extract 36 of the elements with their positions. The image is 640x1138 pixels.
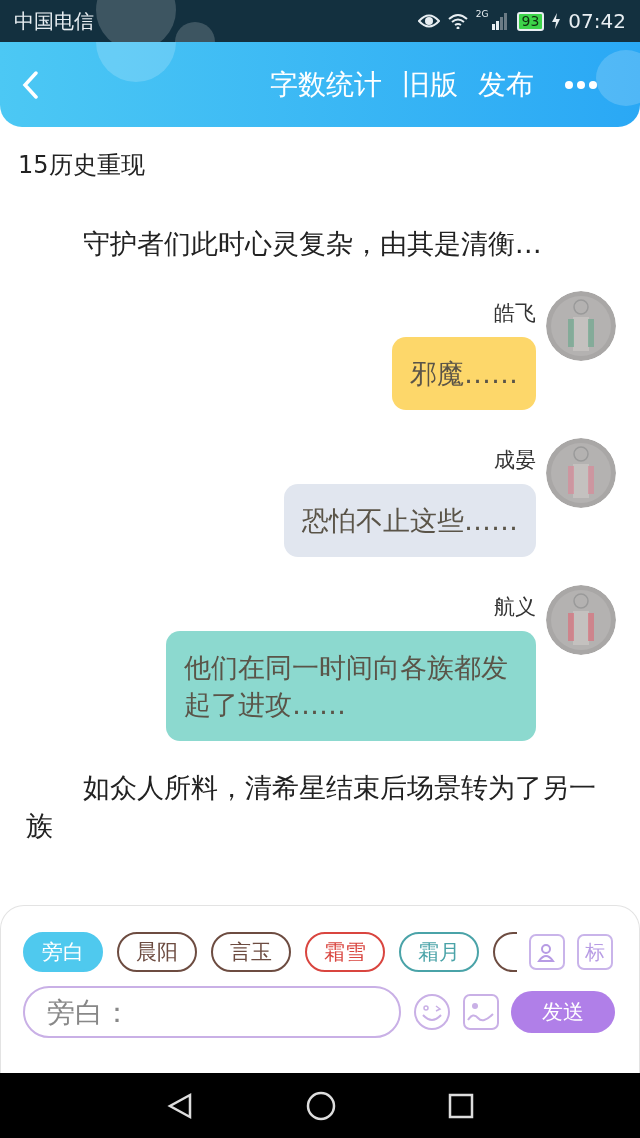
message-bubble: 邪魔…… bbox=[392, 337, 536, 410]
role-chip[interactable]: 言玉 bbox=[211, 932, 291, 972]
eye-icon bbox=[417, 13, 440, 29]
role-chip[interactable]: 霜雪 bbox=[305, 932, 385, 972]
tag-button[interactable]: 标 bbox=[577, 934, 613, 970]
header-action[interactable]: 旧版 bbox=[402, 65, 458, 104]
message-bubble: 他们在同一时间向各族都发起了进攻…… bbox=[166, 631, 536, 741]
image-icon[interactable] bbox=[463, 994, 499, 1030]
chapter-title: 15历史重现 bbox=[17, 150, 146, 181]
home-icon[interactable] bbox=[306, 1090, 336, 1121]
recents-icon[interactable] bbox=[448, 1092, 474, 1119]
back-icon[interactable] bbox=[166, 1091, 194, 1120]
network-type: 2G bbox=[475, 9, 489, 19]
clock-time: 07:42 bbox=[568, 9, 626, 33]
message-input[interactable]: 旁白： bbox=[23, 986, 401, 1038]
contact-icon[interactable] bbox=[529, 934, 565, 970]
role-chip[interactable]: 霜月 bbox=[399, 932, 479, 972]
role-chip[interactable]: 旁白 bbox=[23, 932, 103, 972]
speaker-name: 皓飞 bbox=[494, 300, 536, 327]
signal-icon bbox=[490, 12, 509, 30]
header-action[interactable]: 发布 bbox=[478, 65, 534, 104]
wifi-icon bbox=[447, 13, 468, 29]
carrier-name: 中国电信 bbox=[14, 7, 94, 35]
more-icon[interactable] bbox=[564, 79, 598, 90]
header-action[interactable]: 字数统计 bbox=[270, 65, 382, 104]
role-chip[interactable]: 晨阳 bbox=[117, 932, 197, 972]
speaker-name: 成晏 bbox=[494, 447, 536, 474]
narration-text: 如众人所料，清希星结束后场景转为了另一族 bbox=[26, 771, 597, 843]
emoji-icon[interactable] bbox=[413, 993, 451, 1031]
speaker-name: 航义 bbox=[494, 594, 536, 621]
battery-level: 93 bbox=[516, 11, 545, 31]
message-bubble: 恐怕不止这些…… bbox=[284, 484, 536, 557]
charging-icon bbox=[552, 13, 561, 29]
decor-circle bbox=[596, 50, 640, 106]
send-button[interactable]: 发送 bbox=[511, 991, 615, 1033]
narration-text: 守护者们此时心灵复杂，由其是清衡… bbox=[81, 227, 543, 261]
